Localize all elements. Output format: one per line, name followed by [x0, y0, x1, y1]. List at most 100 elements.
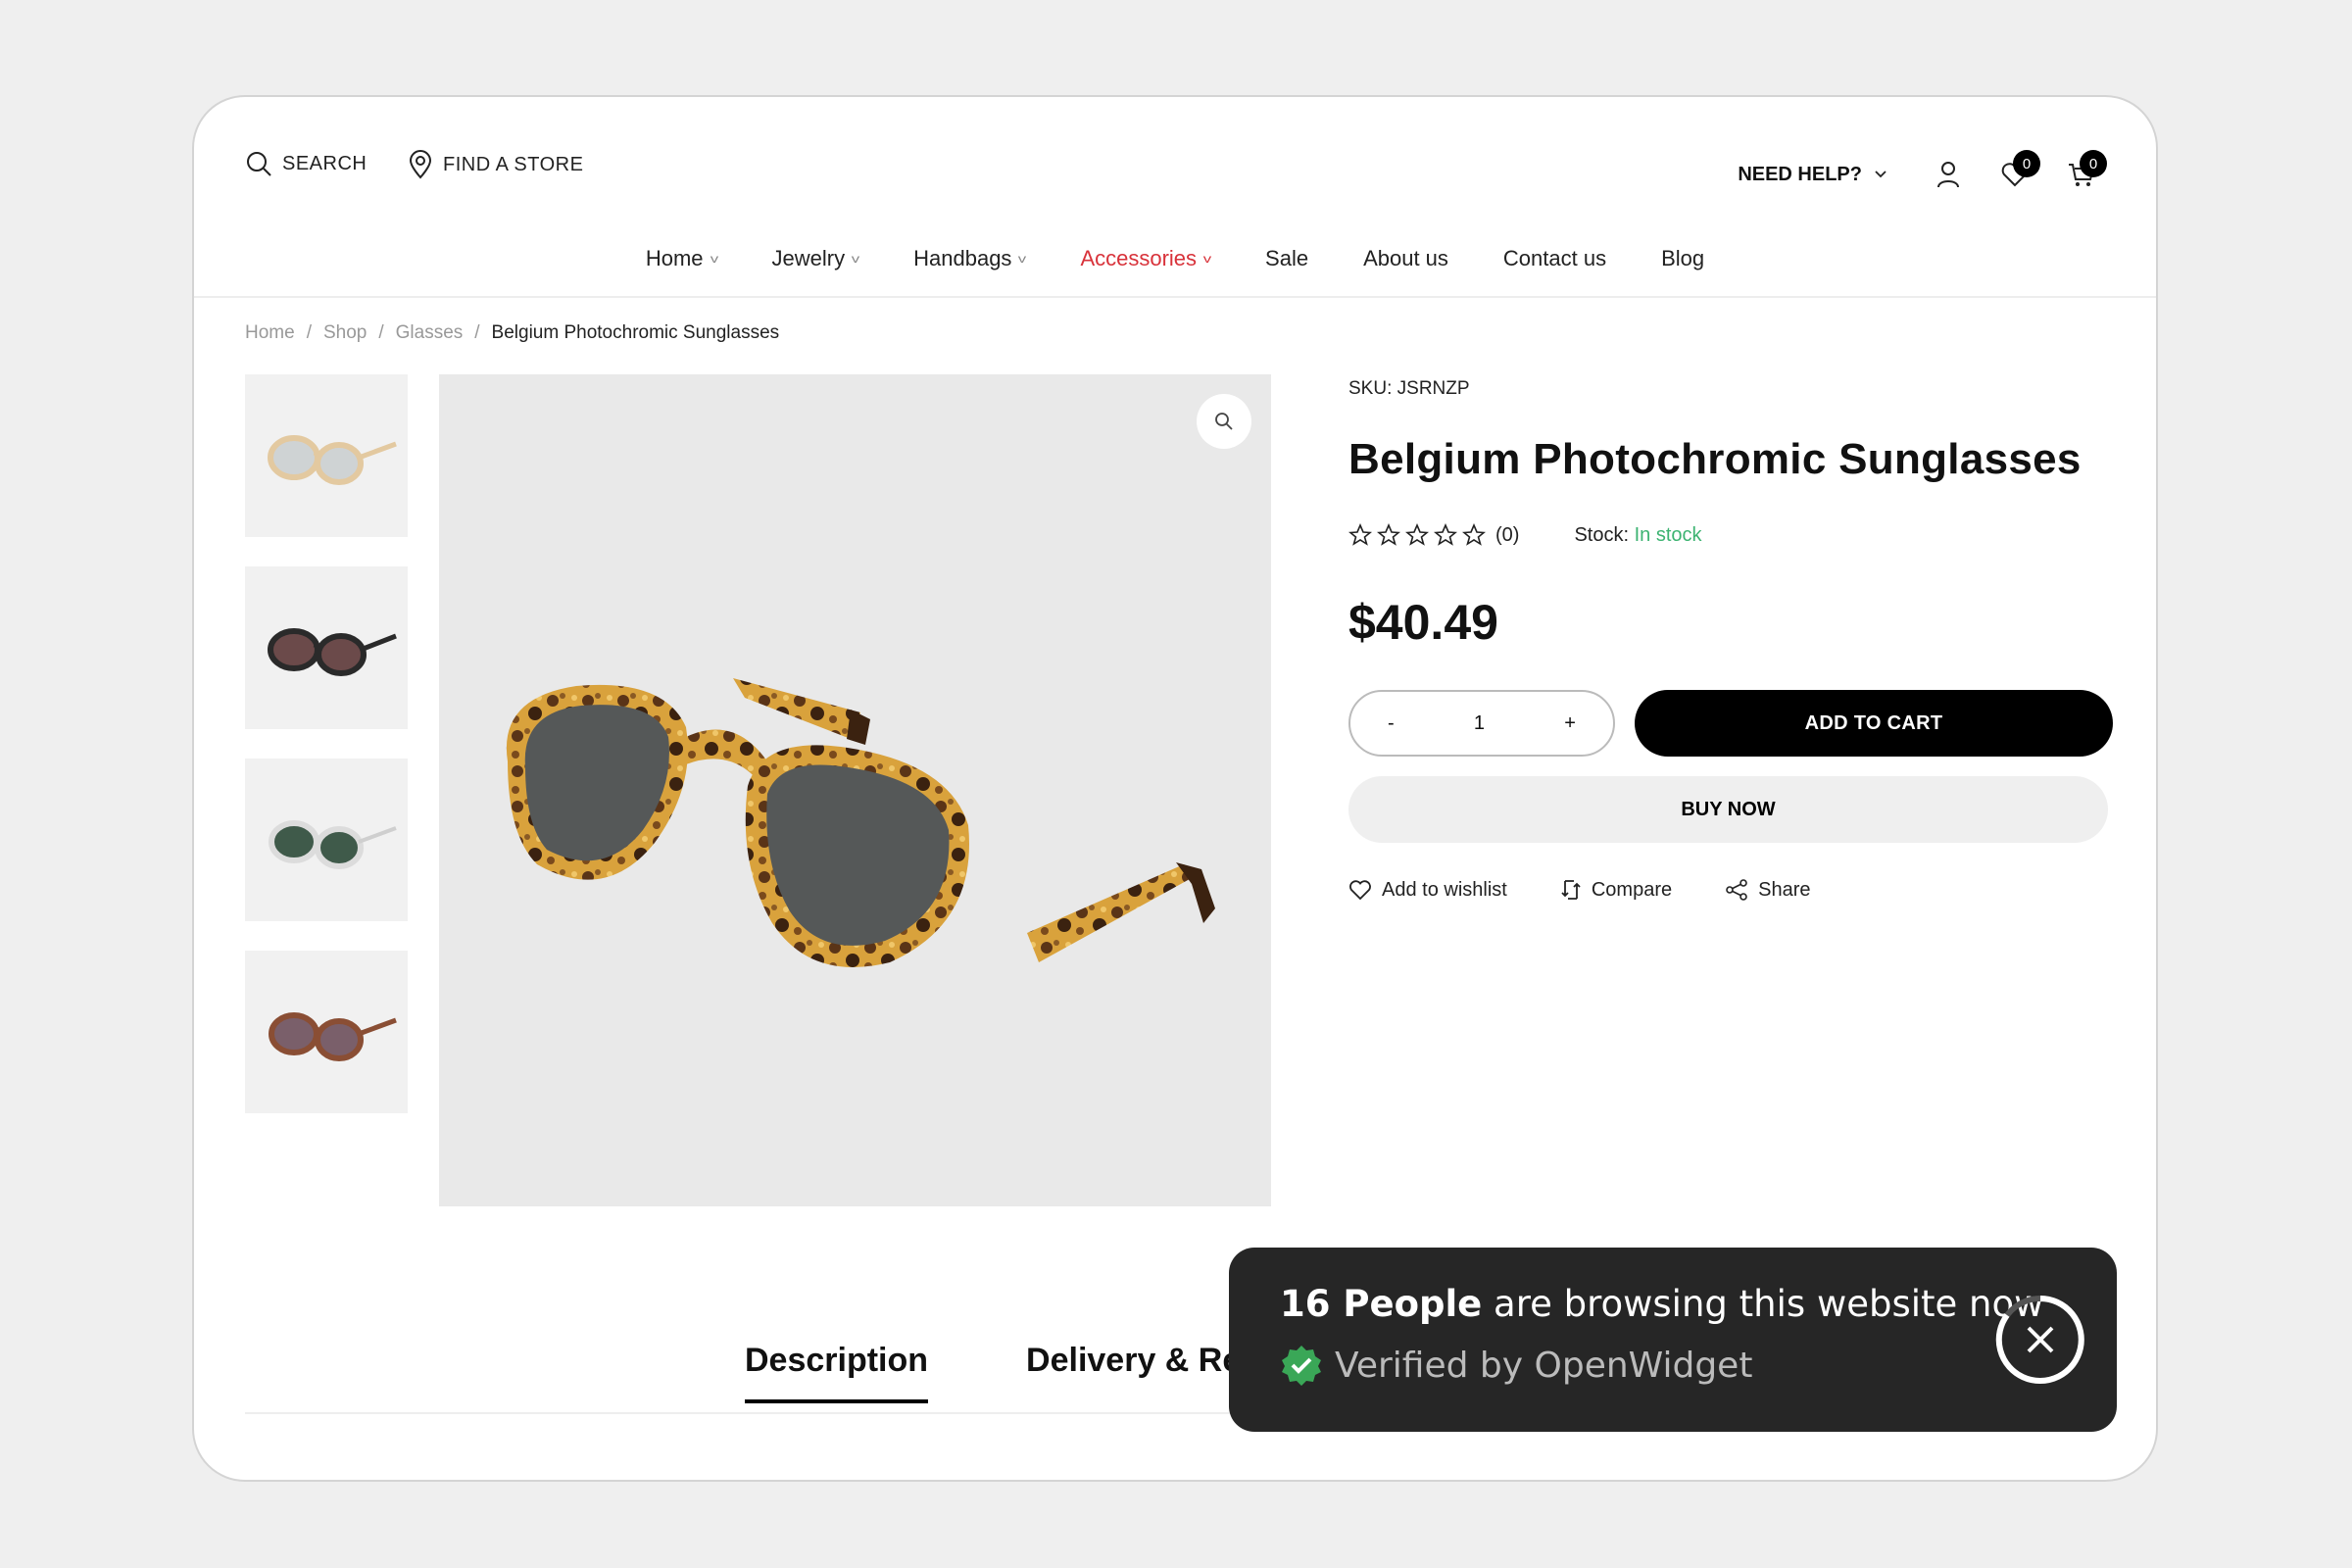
compare-icon [1561, 880, 1581, 900]
gallery-thumbnail[interactable] [245, 759, 408, 921]
nav-label: Blog [1661, 246, 1705, 270]
breadcrumb-home[interactable]: Home [245, 322, 295, 344]
star-empty-icon [1405, 523, 1429, 546]
sunglasses-image [506, 678, 1215, 967]
breadcrumb-glasses[interactable]: Glasses [396, 322, 464, 344]
cart-count-badge: 0 [2080, 150, 2107, 177]
zoom-button[interactable] [1197, 394, 1251, 449]
visitor-count: 16 People [1280, 1283, 1483, 1325]
share-link[interactable]: Share [1725, 878, 1810, 902]
star-empty-icon [1434, 523, 1457, 546]
purchase-row: - 1 + ADD TO CART [1348, 690, 2113, 757]
verified-text: Verified by OpenWidget [1335, 1345, 1753, 1386]
product-tabs: Description Delivery & Re [745, 1342, 1241, 1403]
close-icon [1995, 1296, 2084, 1384]
nav-item-accessories[interactable]: Accessories v [1080, 246, 1212, 271]
breadcrumb-separator: / [306, 322, 312, 343]
search-label: SEARCH [282, 152, 368, 174]
top-bar: SEARCH FIND A STORE NEED HELP? 0 0 [245, 150, 2107, 199]
nav-item-jewelry[interactable]: Jewelry v [772, 246, 860, 271]
browsing-text: are browsing this website now [1482, 1283, 2044, 1325]
nav-label: Accessories [1080, 246, 1198, 270]
product-title: Belgium Photochromic Sunglasses [1348, 435, 2082, 483]
nav-item-handbags[interactable]: Handbags v [913, 246, 1027, 271]
chevron-down-icon: v [1018, 252, 1027, 266]
nav-label: Home [645, 246, 704, 270]
tab-delivery-returns[interactable]: Delivery & Re [1026, 1342, 1241, 1403]
nav-label: Handbags [913, 246, 1012, 270]
star-empty-icon [1377, 523, 1400, 546]
star-rating[interactable] [1348, 523, 1486, 547]
main-nav: Home v Jewelry v Handbags v Accessories … [194, 234, 2156, 283]
stock-label: Stock: [1574, 523, 1630, 546]
sku-line: SKU: JSRNZP [1348, 378, 2113, 400]
breadcrumb-separator: / [378, 322, 384, 343]
header-divider [194, 296, 2156, 298]
quantity-decrease-button[interactable]: - [1388, 712, 1395, 735]
quantity-input[interactable]: 1 [1474, 712, 1485, 735]
sunglasses-thumbnail-image [269, 820, 397, 869]
breadcrumb-shop[interactable]: Shop [323, 322, 367, 344]
share-label: Share [1758, 878, 1811, 901]
sunglasses-thumbnail-image [268, 435, 397, 485]
buy-now-button[interactable]: BUY NOW [1348, 776, 2108, 843]
close-widget-button[interactable] [1993, 1293, 2087, 1387]
breadcrumb-current: Belgium Photochromic Sunglasses [491, 322, 780, 343]
search-icon [247, 152, 271, 176]
breadcrumb-separator: / [474, 322, 480, 343]
nav-item-about-us[interactable]: About us [1363, 246, 1448, 271]
chevron-down-icon: v [1202, 252, 1212, 266]
star-empty-icon [1462, 523, 1486, 546]
gallery-thumbnail[interactable] [245, 374, 408, 537]
verified-badge-icon [1282, 1346, 1321, 1386]
find-store-label: FIND A STORE [443, 153, 584, 175]
browsing-message: 16 People are browsing this website now [1280, 1283, 2043, 1325]
cart-button[interactable]: 0 [2060, 150, 2107, 199]
need-help-label: NEED HELP? [1738, 163, 1862, 185]
zoom-icon [1215, 413, 1233, 430]
wishlist-button[interactable]: 0 [1993, 150, 2040, 199]
star-empty-icon [1348, 523, 1372, 546]
account-button[interactable] [1927, 150, 1970, 199]
compare-link[interactable]: Compare [1560, 878, 1672, 902]
need-help-dropdown[interactable]: NEED HELP? [1738, 150, 1887, 199]
stock-value: In stock [1634, 523, 1702, 546]
chevron-down-icon [1875, 171, 1886, 178]
breadcrumb: Home / Shop / Glasses / Belgium Photochr… [245, 322, 779, 344]
wishlist-count-badge: 0 [2013, 150, 2040, 177]
nav-item-sale[interactable]: Sale [1265, 246, 1308, 271]
sku-label: SKU: [1348, 378, 1393, 399]
chevron-down-icon: v [851, 252, 860, 266]
nav-item-contact-us[interactable]: Contact us [1503, 246, 1606, 271]
add-to-wishlist-label: Add to wishlist [1382, 878, 1507, 901]
search-link[interactable]: SEARCH [245, 150, 367, 177]
sunglasses-thumbnail-image [268, 628, 397, 676]
nav-label: Sale [1265, 246, 1309, 270]
verified-line: Verified by OpenWidget [1280, 1344, 1752, 1387]
nav-item-home[interactable]: Home v [645, 246, 718, 271]
gallery-thumbnail[interactable] [245, 566, 408, 729]
review-count[interactable]: (0) [1495, 524, 1519, 547]
sku-value: JSRNZP [1396, 378, 1470, 399]
product-price: $40.49 [1348, 595, 1498, 650]
quantity-increase-button[interactable]: + [1564, 712, 1576, 735]
gallery-thumbnail[interactable] [245, 951, 408, 1113]
compare-label: Compare [1591, 878, 1673, 901]
visitor-count-widget: 16 People are browsing this website now … [1229, 1248, 2117, 1432]
main-product-image[interactable] [439, 374, 1271, 1206]
share-icon [1726, 879, 1747, 901]
heart-icon [1349, 880, 1371, 901]
tab-description[interactable]: Description [745, 1342, 929, 1403]
sunglasses-thumbnail-image [269, 1012, 397, 1061]
add-to-wishlist-link[interactable]: Add to wishlist [1348, 878, 1507, 902]
add-to-cart-button[interactable]: ADD TO CART [1635, 690, 2113, 757]
product-info: SKU: JSRNZP Belgium Photochromic Sunglas… [1348, 374, 2113, 902]
find-store-link[interactable]: FIND A STORE [408, 150, 583, 179]
nav-label: Contact us [1502, 246, 1607, 270]
chevron-down-icon: v [710, 252, 718, 266]
nav-item-blog[interactable]: Blog [1661, 246, 1704, 271]
nav-label: About us [1363, 246, 1448, 270]
user-icon [1937, 162, 1959, 188]
location-pin-icon [409, 150, 432, 179]
product-actions: Add to wishlist Compare Share [1348, 878, 2113, 902]
